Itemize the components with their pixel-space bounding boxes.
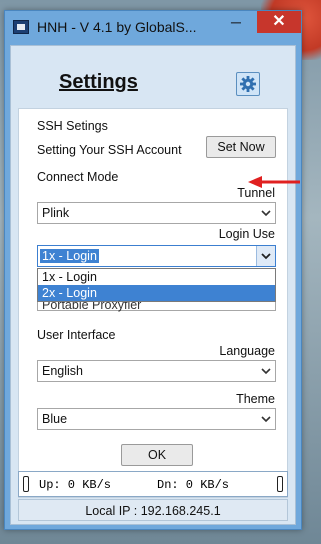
annotation-arrow-icon [248, 176, 300, 188]
local-ip-bar: Local IP : 192.168.245.1 [18, 499, 288, 521]
connect-mode-label: Connect Mode [37, 170, 119, 184]
language-select-value: English [42, 364, 83, 378]
theme-label: Theme [236, 392, 275, 406]
title-bar[interactable]: HNH - V 4.1 by GlobalS... ─ ✕ [5, 11, 301, 43]
ok-button[interactable]: OK [121, 444, 193, 466]
tunnel-select-value: Plink [42, 206, 70, 220]
tunnel-label: Tunnel [237, 186, 275, 200]
status-indicator-left [23, 476, 29, 492]
user-interface-label: User Interface [37, 328, 116, 342]
local-ip-text: Local IP : 192.168.245.1 [85, 504, 221, 518]
settings-panel: SSH Setings Setting Your SSH Account Set… [18, 108, 288, 498]
app-window: HNH - V 4.1 by GlobalS... ─ ✕ Settings S… [4, 10, 302, 530]
ssh-account-label: Setting Your SSH Account [37, 143, 182, 157]
chevron-down-icon [261, 416, 271, 423]
download-speed: Dn: 0 KB/s [157, 478, 230, 492]
settings-gear-button[interactable] [236, 72, 260, 96]
chevron-down-icon [261, 368, 271, 375]
gear-icon [240, 76, 256, 92]
speed-status-bar: Up: 0 KB/s Dn: 0 KB/s [18, 471, 288, 497]
chevron-down-icon [261, 253, 271, 260]
login-use-select[interactable]: 1x - Login [37, 245, 276, 267]
chevron-down-icon [261, 210, 271, 217]
client-area: Settings SSH Setings Setting Your SSH Ac… [10, 45, 296, 525]
window-title: HNH - V 4.1 by GlobalS... [37, 19, 197, 35]
page-title: Settings [59, 71, 138, 93]
upload-speed: Up: 0 KB/s [39, 478, 112, 492]
tunnel-select[interactable]: Plink [37, 202, 276, 224]
dropdown-option-2x[interactable]: 2x - Login [38, 285, 275, 301]
theme-select-value: Blue [42, 412, 68, 426]
ssh-section-label: SSH Setings [37, 119, 108, 133]
theme-select[interactable]: Blue [37, 408, 276, 430]
settings-header: Settings [11, 46, 295, 106]
close-button[interactable]: ✕ [257, 11, 301, 33]
language-label: Language [219, 344, 275, 358]
login-use-select-value: 1x - Login [40, 249, 99, 263]
dropdown-option-1x[interactable]: 1x - Login [38, 269, 275, 285]
minimize-button[interactable]: ─ [223, 11, 249, 33]
status-indicator-right [277, 476, 283, 492]
app-icon [13, 20, 29, 34]
login-use-dropdown-list: 1x - Login 2x - Login [37, 268, 276, 302]
language-select[interactable]: English [37, 360, 276, 382]
login-use-label: Login Use [218, 227, 275, 241]
set-now-button[interactable]: Set Now [206, 136, 276, 158]
